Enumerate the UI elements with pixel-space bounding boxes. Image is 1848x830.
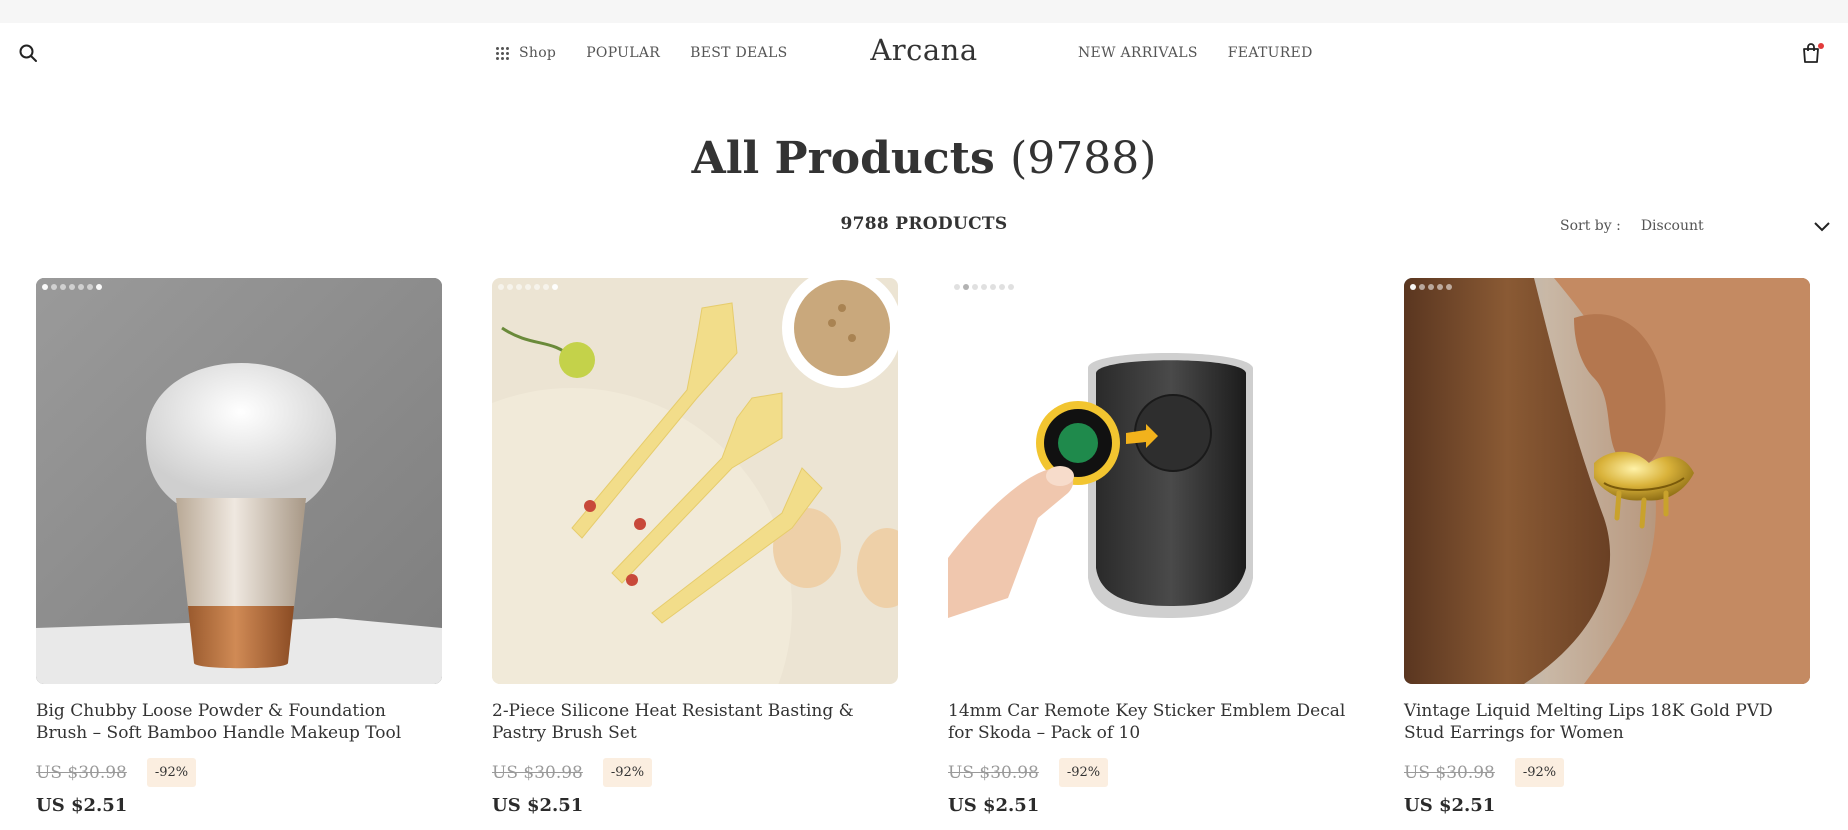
- sort-label: Sort by :: [1560, 218, 1621, 234]
- product-card[interactable]: Big Chubby Loose Powder & Foundation Bru…: [36, 278, 442, 816]
- image-carousel-dots[interactable]: [498, 284, 561, 290]
- original-price: US $30.98: [948, 762, 1039, 783]
- sort-value: Discount: [1640, 218, 1704, 234]
- gold-lips-earring-image[interactable]: [1404, 278, 1810, 684]
- nav-item-label: POPULAR: [586, 45, 661, 61]
- nav-item-best-deals[interactable]: BEST DEALS: [690, 45, 787, 61]
- sale-price: US $2.51: [492, 795, 584, 816]
- chevron-down-icon: [1813, 220, 1831, 232]
- product-card[interactable]: 14mm Car Remote Key Sticker Emblem Decal…: [948, 278, 1354, 816]
- cart-badge: [1818, 43, 1824, 49]
- nav-item-label: FEATURED: [1227, 45, 1313, 61]
- sale-price: US $2.51: [1404, 795, 1496, 816]
- silicone-spatula-brush-image[interactable]: [492, 278, 898, 684]
- original-price: US $30.98: [492, 762, 583, 783]
- top-strip: [0, 0, 1848, 23]
- product-card[interactable]: Vintage Liquid Melting Lips 18K Gold PVD…: [1404, 278, 1810, 816]
- grid-icon: [496, 46, 509, 60]
- original-price: US $30.98: [36, 762, 127, 783]
- nav-item-featured[interactable]: FEATURED: [1228, 45, 1313, 61]
- nav-item-popular[interactable]: POPULAR: [586, 45, 660, 61]
- page-title-count: (9788): [1010, 133, 1157, 184]
- search-icon[interactable]: [18, 43, 40, 65]
- original-price: US $30.98: [1404, 762, 1495, 783]
- sale-price: US $2.51: [948, 795, 1040, 816]
- sort-control: Sort by : Discount: [1560, 214, 1831, 238]
- price-row: US $30.98 -92%: [492, 758, 898, 787]
- product-card[interactable]: 2-Piece Silicone Heat Resistant Basting …: [492, 278, 898, 816]
- price-row: US $30.98 -92%: [36, 758, 442, 787]
- sort-select[interactable]: Discount: [1641, 218, 1831, 234]
- nav-item-new-arrivals[interactable]: NEW ARRIVALS: [1078, 45, 1198, 61]
- image-carousel-dots[interactable]: [954, 284, 1017, 290]
- product-grid: Big Chubby Loose Powder & Foundation Bru…: [36, 278, 1810, 816]
- nav-right: NEW ARRIVALS FEATURED: [1078, 23, 1343, 83]
- nav-item-label: BEST DEALS: [690, 45, 788, 61]
- nav-item-label: NEW ARRIVALS: [1078, 45, 1198, 61]
- image-carousel-dots[interactable]: [42, 284, 105, 290]
- brand-logo-wrapper: Arcana: [0, 33, 1848, 67]
- product-title[interactable]: Vintage Liquid Melting Lips 18K Gold PVD…: [1404, 700, 1810, 744]
- makeup-brush-image[interactable]: [36, 278, 442, 684]
- nav-item-label: Shop: [519, 45, 557, 61]
- nav-left: Shop POPULAR BEST DEALS: [496, 23, 817, 83]
- brand-logo[interactable]: Arcana: [870, 33, 977, 67]
- sale-price: US $2.51: [36, 795, 128, 816]
- discount-badge: -92%: [1058, 758, 1109, 787]
- image-carousel-dots[interactable]: [1410, 284, 1455, 290]
- product-title[interactable]: 2-Piece Silicone Heat Resistant Basting …: [492, 700, 898, 744]
- discount-badge: -92%: [1514, 758, 1565, 787]
- price-row: US $30.98 -92%: [1404, 758, 1810, 787]
- price-row: US $30.98 -92%: [948, 758, 1354, 787]
- discount-badge: -92%: [146, 758, 197, 787]
- nav-item-shop[interactable]: Shop: [496, 45, 556, 61]
- page-title-text: All Products: [691, 133, 995, 184]
- product-title[interactable]: Big Chubby Loose Powder & Foundation Bru…: [36, 700, 442, 744]
- shopping-bag-icon[interactable]: [1801, 42, 1825, 66]
- site-header: Shop POPULAR BEST DEALS Arcana NEW ARRIV…: [0, 23, 1848, 83]
- page-title: All Products (9788): [0, 133, 1848, 184]
- car-key-emblem-image[interactable]: [948, 278, 1354, 684]
- discount-badge: -92%: [602, 758, 653, 787]
- product-title[interactable]: 14mm Car Remote Key Sticker Emblem Decal…: [948, 700, 1354, 744]
